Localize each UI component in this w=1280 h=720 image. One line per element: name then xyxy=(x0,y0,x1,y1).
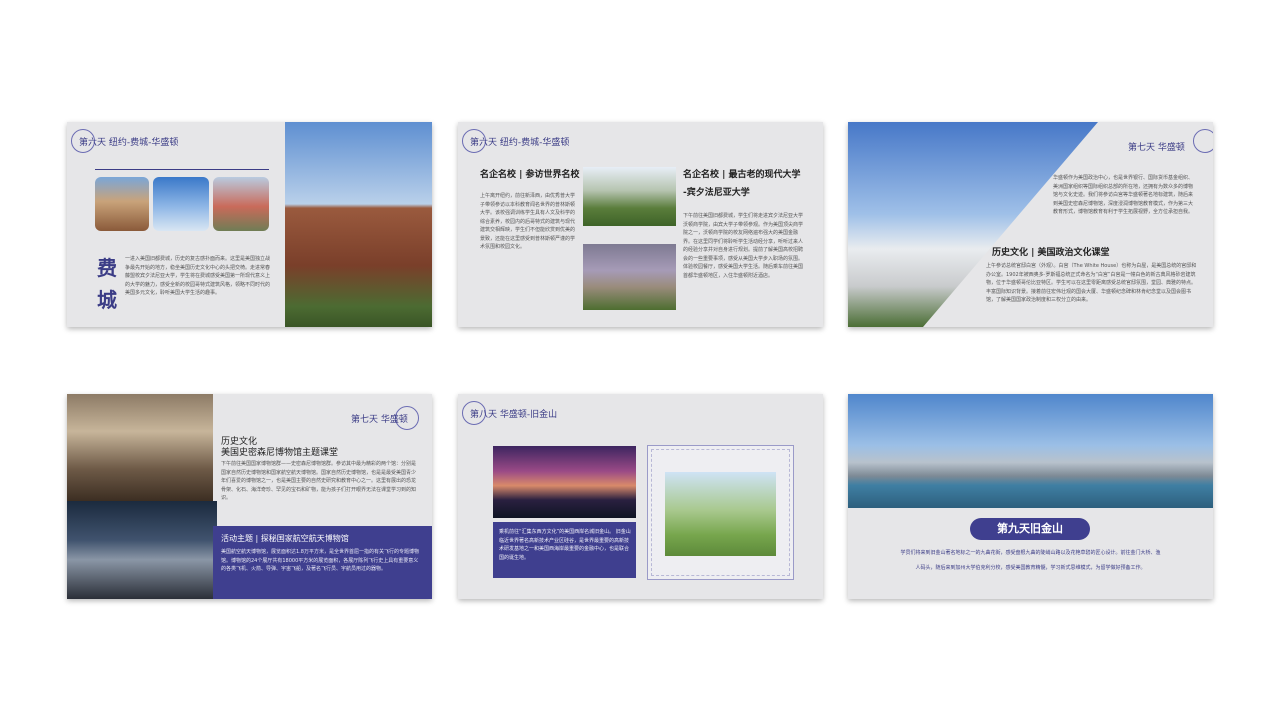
bay-bridge-photo xyxy=(493,446,636,518)
activity-body-text: 美国航空航天博物馆，展览面积达1.8万平方米，是全世界首屈一指的有关飞行的专题博… xyxy=(221,549,419,572)
activity-heading: 活动主题 | 探秘国家航空航天博物馆 xyxy=(221,534,349,543)
heading-line2: 美国史密森尼博物馆主题课堂 xyxy=(221,448,339,458)
slide-day7-capitol[interactable]: 第七天 华盛顿 华盛顿作为美国政治中心，也是世界银行、国际货币基金组织、美洲国家… xyxy=(848,122,1213,327)
left-heading: 名企名校 | 参访世界名校 xyxy=(480,170,580,180)
description-box: 乘机前往“汇集东西方文化”的美国西岸名城旧金山。 旧金山临近世界著名高新技术产业… xyxy=(493,522,636,578)
title-badge: 第九天旧金山 xyxy=(970,518,1090,540)
divider-line xyxy=(95,169,269,170)
right-body-text: 下午前往美国旧都费城，学生们将走进宾夕法尼亚大学沃顿商学院，由宾大学子带领参观。… xyxy=(683,213,803,279)
slide-intro-text: 华盛顿作为美国政治中心，也是世界银行、国际货币基金组织、美洲国家组织等国际组织总… xyxy=(1053,175,1194,215)
slide-day6-universities[interactable]: 第六天 纽约-费城-华盛顿 名企名校 | 参访世界名校 上午离开纽约，前往新泽西… xyxy=(458,122,823,327)
cathedral-photo xyxy=(285,122,432,327)
slide-body-text: 下午前往美国国家博物馆群——史密森尼博物馆群。参访其中最为精彩的两个馆：分别是国… xyxy=(221,461,417,501)
thumb-photo-1 xyxy=(95,177,149,231)
slide-day6-philadelphia[interactable]: 第六天 纽约-费城-华盛顿 费 城 一进入美国旧都费城，历史的复古感扑面而来。这… xyxy=(67,122,432,327)
slide-day-title: 第七天 华盛顿 xyxy=(351,415,408,425)
skyline-photo xyxy=(848,394,1213,508)
body-line-1: 学员们将来到旧金山著名地标之一的九曲花街，感受盘根九曲的陡峭山路以及花艳草碧的匠… xyxy=(900,550,1161,556)
princeton-photo xyxy=(583,167,676,226)
slide-day-title: 第六天 纽约-费城-华盛顿 xyxy=(470,138,570,148)
slide-day8-sanfrancisco[interactable]: 第八天 华盛顿-旧金山 乘机前往“汇集东西方文化”的美国西岸名城旧金山。 旧金山… xyxy=(458,394,823,599)
natural-history-museum-photo xyxy=(67,394,213,501)
photo-frame xyxy=(647,445,794,580)
slide-heading: 历史文化 | 美国政治文化课堂 xyxy=(992,248,1110,258)
air-space-museum-photo xyxy=(67,501,217,599)
slide-title: 第九天旧金山 xyxy=(997,522,1063,535)
slide-body-text: 一进入美国旧都费城，历史的复古感扑面而来。这里是美国独立战争最先开始的地方，稳坐… xyxy=(125,256,271,296)
left-body-text: 上午离开纽约，前往新泽西，由优秀普大学子带领参访以本科教育闻名世界的普林斯顿大学… xyxy=(480,193,576,250)
right-heading: 名企名校 | 最古老的现代大学 xyxy=(683,170,801,180)
body-line-2: 人码头，随后来到加州大学伯克利分校，感受美国教育精髓，学习新式思维模式，为留学做… xyxy=(915,565,1146,571)
activity-box: 活动主题 | 探秘国家航空航天博物馆 美国航空航天博物馆，展览面积达1.8万平方… xyxy=(213,526,432,599)
slide-day7-museum[interactable]: 第七天 华盛顿 历史文化 美国史密森尼博物馆主题课堂 下午前往美国国家博物馆群—… xyxy=(67,394,432,599)
campus-photo xyxy=(665,472,776,556)
city-char-1: 费 xyxy=(97,256,117,280)
right-heading-line2: -宾夕法尼亚大学 xyxy=(683,188,750,198)
thumb-photo-3 xyxy=(213,177,269,231)
description-text: 乘机前往“汇集东西方文化”的美国西岸名城旧金山。 旧金山临近世界著名高新技术产业… xyxy=(499,529,631,561)
decor-circle xyxy=(1193,129,1213,153)
slide-day-title: 第八天 华盛顿-旧金山 xyxy=(470,410,558,420)
city-char-2: 城 xyxy=(97,288,117,312)
slide-day9-sanfrancisco[interactable]: 第九天旧金山 学员们将来到旧金山著名地标之一的九曲花街，感受盘根九曲的陡峭山路以… xyxy=(848,394,1213,599)
slide-body-text: 上午参访总统官邸白宫（外观）。白宫（The White House）也称为白屋，… xyxy=(986,263,1197,303)
slide-day-title: 第六天 纽约-费城-华盛顿 xyxy=(79,138,179,148)
penn-photo xyxy=(583,244,676,310)
slide-day-title: 第七天 华盛顿 xyxy=(1128,143,1185,153)
thumb-photo-2 xyxy=(153,177,209,231)
